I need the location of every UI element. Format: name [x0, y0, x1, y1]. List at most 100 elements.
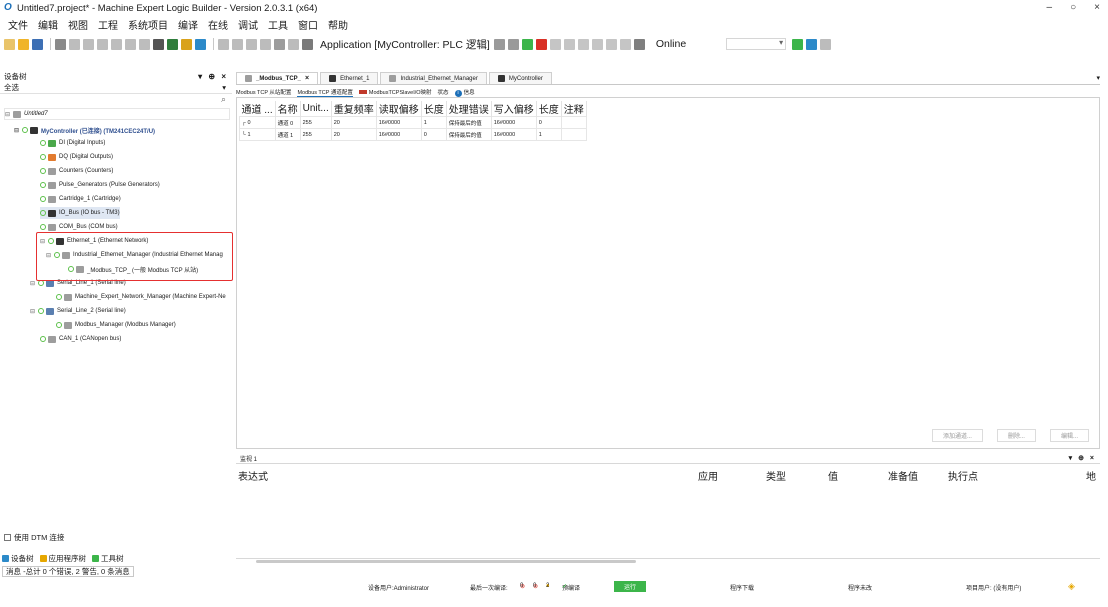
- menu-file[interactable]: 文件: [8, 17, 28, 32]
- tree-item-modbus-manager[interactable]: Modbus_Manager (Modbus Manager): [56, 319, 176, 331]
- tab-modbus-tcp[interactable]: _Modbus_TCP_ ×: [236, 72, 319, 84]
- col-write-offset[interactable]: 写入偏移: [491, 101, 537, 117]
- menu-build[interactable]: 编译: [178, 17, 198, 32]
- subtab-io-mapping[interactable]: ModbusTCPSlaveI/O映射: [358, 88, 432, 96]
- bookmark-prev-icon[interactable]: [218, 38, 229, 50]
- menu-debug[interactable]: 调试: [238, 17, 258, 32]
- search-icon[interactable]: ⌕: [221, 94, 226, 104]
- misc-icon[interactable]: [820, 38, 832, 50]
- print-icon[interactable]: [55, 38, 66, 50]
- col-execution-point[interactable]: 执行点: [948, 468, 978, 483]
- menu-tools[interactable]: 工具: [268, 17, 288, 32]
- col-unit[interactable]: Unit...: [300, 101, 332, 117]
- bookmark-next-icon[interactable]: [195, 38, 206, 50]
- scrollbar-thumb[interactable]: [256, 560, 636, 563]
- table-row[interactable]: └ 1 通道 1 255 20 16#0000 0 保持最后的值 16#0000…: [239, 128, 587, 141]
- watch-scrollbar[interactable]: [236, 558, 1100, 564]
- write-values-icon[interactable]: [605, 38, 617, 50]
- edit-channel-button[interactable]: 编辑...: [1049, 429, 1089, 442]
- menu-online[interactable]: 在线: [208, 17, 228, 32]
- tree-item-counters[interactable]: Counters (Counters): [40, 165, 113, 177]
- col-name[interactable]: 名称: [275, 101, 301, 117]
- col-prepared-value[interactable]: 准备值: [888, 468, 918, 483]
- col-application[interactable]: 应用: [698, 468, 718, 483]
- tree-item-controller[interactable]: ⊟ MyController (已连接) (TM241CEC24T/U): [14, 124, 155, 136]
- menu-edit[interactable]: 编辑: [38, 17, 58, 32]
- new-project-icon[interactable]: [4, 38, 15, 50]
- chevron-down-icon[interactable]: ▾: [222, 83, 226, 92]
- start-icon[interactable]: [521, 38, 533, 50]
- col-channel[interactable]: 通道 ...: [239, 101, 276, 117]
- collapse-icon[interactable]: ⊟: [30, 308, 35, 315]
- close-button[interactable]: ×: [1094, 2, 1100, 13]
- logout-icon[interactable]: [507, 38, 519, 50]
- panel-controls[interactable]: ▾ ⊕ ×: [1069, 454, 1096, 462]
- grid-icon[interactable]: [633, 38, 645, 50]
- tab-device-tree[interactable]: 设备树: [2, 553, 34, 564]
- active-application-label[interactable]: Application [MyController: PLC 逻辑]: [320, 37, 490, 52]
- collapse-icon[interactable]: ⊟: [5, 111, 10, 118]
- delete-icon[interactable]: [139, 38, 150, 50]
- messages-tab[interactable]: 消息 -总计 0 个错误, 2 警告, 0 条消息: [2, 566, 134, 577]
- tab-industrial-ethernet-manager[interactable]: Industrial_Ethernet_Manager: [380, 72, 487, 84]
- tree-item-pulse-generators[interactable]: Pulse_Generators (Pulse Generators): [40, 179, 160, 191]
- col-repeat-rate[interactable]: 重复频率: [331, 101, 377, 117]
- subtab-status[interactable]: 状态: [438, 88, 449, 96]
- col-type[interactable]: 类型: [766, 468, 786, 483]
- panel-controls[interactable]: ▾ ⊕ ×: [198, 72, 228, 81]
- col-read-length[interactable]: 长度: [421, 101, 447, 117]
- monitor-icon[interactable]: [274, 38, 285, 50]
- step-out-icon[interactable]: [577, 38, 589, 50]
- tab-ethernet[interactable]: Ethernet_1: [320, 72, 379, 84]
- chevron-down-icon[interactable]: ▾: [1096, 74, 1100, 82]
- login-icon[interactable]: [493, 38, 505, 50]
- find-icon[interactable]: [153, 38, 164, 50]
- undo-icon[interactable]: [69, 38, 80, 50]
- tab-mycontroller[interactable]: MyController: [488, 72, 552, 84]
- redo-icon[interactable]: [83, 38, 94, 50]
- subtab-slave-config[interactable]: Modbus TCP 从站配置: [236, 88, 291, 96]
- menu-project[interactable]: 工程: [98, 17, 118, 32]
- toolbar-combo[interactable]: [726, 38, 787, 50]
- tree-item-di[interactable]: DI (Digital Inputs): [40, 137, 105, 149]
- tree-item-io-bus[interactable]: IO_Bus (IO bus - TM3): [40, 207, 120, 219]
- bookmark-icon[interactable]: [181, 38, 192, 50]
- table-row[interactable]: ┌ 0 通道 0 255 20 16#0000 1 保持最后的值 16#0000…: [239, 116, 587, 129]
- dtm-checkbox[interactable]: [4, 534, 11, 541]
- subtab-info[interactable]: i 信息: [454, 88, 475, 97]
- shield-icon[interactable]: ◈: [1068, 581, 1075, 592]
- tree-item-cartridge[interactable]: Cartridge_1 (Cartridge): [40, 193, 121, 205]
- tab-application-tree[interactable]: 应用程序树: [39, 553, 86, 564]
- online-label[interactable]: Online: [656, 38, 686, 50]
- menu-window[interactable]: 窗口: [298, 17, 318, 32]
- menu-system-project[interactable]: 系统项目: [128, 17, 168, 32]
- tree-item-machine-expert-network-manager[interactable]: Machine_Expert_Network_Manager (Machine …: [56, 291, 226, 303]
- step-into-icon[interactable]: [563, 38, 575, 50]
- col-address[interactable]: 地: [1086, 468, 1096, 483]
- col-read-offset[interactable]: 读取偏移: [376, 101, 422, 117]
- tree-item-dq[interactable]: DQ (Digital Outputs): [40, 151, 113, 163]
- collapse-icon[interactable]: ⊟: [30, 280, 35, 287]
- collapse-icon[interactable]: ⊟: [14, 127, 19, 134]
- delete-channel-button[interactable]: 删除...: [996, 429, 1036, 442]
- connection-icon[interactable]: [792, 38, 804, 50]
- build-icon[interactable]: [246, 38, 257, 50]
- dtm-option[interactable]: 使用 DTM 连接: [4, 532, 64, 543]
- copy-icon[interactable]: [111, 38, 122, 50]
- menu-view[interactable]: 视图: [68, 17, 88, 32]
- stop-icon[interactable]: [535, 38, 547, 50]
- page-icon[interactable]: [288, 38, 299, 50]
- col-expression[interactable]: 表达式: [238, 468, 268, 483]
- tree-root[interactable]: ⊟ Untitled7: [4, 108, 230, 120]
- col-write-length[interactable]: 长度: [536, 101, 562, 117]
- network-icon[interactable]: [806, 38, 818, 50]
- open-folder-icon[interactable]: [18, 38, 29, 50]
- bookmark-clear-icon[interactable]: [232, 38, 243, 50]
- col-comment[interactable]: 注释: [561, 101, 587, 117]
- paste-icon[interactable]: [125, 38, 136, 50]
- col-error-handling[interactable]: 处理错误: [446, 101, 492, 117]
- breakpoint-icon[interactable]: [591, 38, 603, 50]
- close-icon[interactable]: ×: [305, 75, 309, 82]
- maximize-button[interactable]: ○: [1070, 2, 1076, 13]
- step-over-icon[interactable]: [549, 38, 561, 50]
